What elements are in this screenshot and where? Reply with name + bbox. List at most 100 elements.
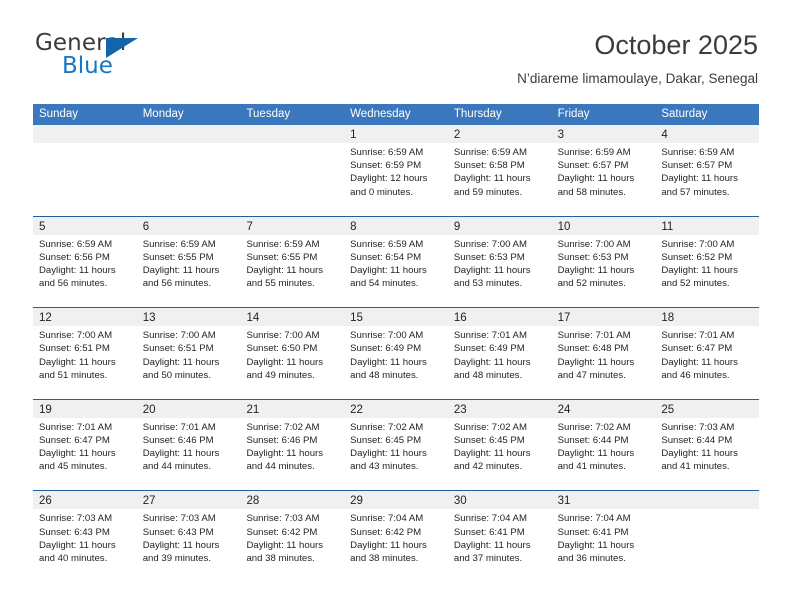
sunrise-text: Sunrise: 6:59 AM — [39, 238, 113, 250]
weekday-header-monday: Monday — [142, 108, 184, 120]
sunset-text: Sunset: 6:50 PM — [246, 343, 318, 355]
day-number-band: 10 — [551, 216, 656, 235]
calendar-day-cell[interactable]: 8 Sunrise: 6:59 AM Sunset: 6:54 PM Daylight… — [344, 216, 448, 308]
calendar-day-cell[interactable]: 17 Sunrise: 7:01 AM Sunset: 6:48 PM Dayligh… — [551, 308, 656, 399]
day-number-band: 9 — [447, 216, 552, 235]
daylight-text: Daylight: 11 hours and 36 minutes. — [557, 539, 635, 564]
day-details: Sunrise: 7:04 AM Sunset: 6:42 PM Daylight:… — [344, 509, 448, 565]
day-details — [655, 509, 759, 512]
weekday-header-row: Sunday Monday Tuesday Wednesday Thursday… — [33, 104, 759, 125]
day-details — [33, 143, 137, 146]
day-details: Sunrise: 6:59 AM Sunset: 6:57 PM Daylight:… — [552, 143, 656, 199]
day-details: Sunrise: 7:03 AM Sunset: 6:43 PM Daylight:… — [33, 509, 137, 565]
sunset-text: Sunset: 6:47 PM — [39, 434, 110, 446]
daylight-text: Daylight: 11 hours and 52 minutes. — [661, 265, 738, 290]
sunrise-text: Sunrise: 6:59 AM — [453, 147, 527, 158]
day-details: Sunrise: 7:01 AM Sunset: 6:49 PM Daylight:… — [448, 326, 552, 382]
daylight-text: Daylight: 11 hours and 56 minutes. — [142, 265, 220, 290]
day-number-band: 26 — [33, 491, 137, 510]
calendar-day-cell[interactable]: 29 Sunrise: 7:04 AM Sunset: 6:42 PM Dayligh… — [344, 491, 448, 582]
daylight-text: Daylight: 11 hours and 53 minutes. — [453, 265, 531, 290]
calendar-day-cell[interactable]: 24 Sunrise: 7:02 AM Sunset: 6:44 PM Dayligh… — [551, 399, 656, 491]
calendar-day-cell[interactable]: 14 Sunrise: 7:00 AM Sunset: 6:50 PM Dayligh… — [240, 308, 345, 399]
calendar-weeks: 1 Sunrise: 6:59 AM Sunset: 6:59 PM Daylight… — [33, 125, 760, 582]
day-number-band: 5 — [33, 216, 137, 235]
day-number-band: 18 — [655, 308, 760, 327]
sunrise-text: Sunrise: 6:59 AM — [661, 147, 735, 158]
daylight-text: Daylight: 11 hours and 43 minutes. — [350, 448, 427, 473]
day-number-band: 12 — [33, 308, 137, 327]
day-details: Sunrise: 7:01 AM Sunset: 6:48 PM Daylight:… — [552, 326, 656, 382]
calendar-day-cell[interactable]: 10 Sunrise: 7:00 AM Sunset: 6:53 PM Dayligh… — [551, 216, 656, 308]
day-number: 26 — [39, 495, 52, 508]
day-details: Sunrise: 6:59 AM Sunset: 6:56 PM Daylight:… — [33, 235, 137, 291]
calendar-day-cell[interactable]: 2 Sunrise: 6:59 AM Sunset: 6:58 PM Daylight… — [447, 125, 552, 216]
calendar-day-cell[interactable]: 15 Sunrise: 7:00 AM Sunset: 6:49 PM Dayligh… — [344, 308, 448, 399]
general-blue-logo[interactable]: General Blue — [33, 28, 263, 86]
day-details: Sunrise: 7:04 AM Sunset: 6:41 PM Daylight:… — [552, 509, 656, 565]
day-details: Sunrise: 7:03 AM Sunset: 6:44 PM Daylight:… — [655, 418, 759, 474]
calendar-week-row: 1 Sunrise: 6:59 AM Sunset: 6:59 PM Daylight… — [33, 125, 760, 216]
calendar-day-cell[interactable]: 9 Sunrise: 7:00 AM Sunset: 6:53 PM Daylight… — [447, 216, 552, 308]
calendar-day-cell[interactable]: 11 Sunrise: 7:00 AM Sunset: 6:52 PM Dayligh… — [655, 216, 760, 308]
daylight-text: Daylight: 11 hours and 57 minutes. — [661, 173, 738, 198]
calendar-day-cell[interactable]: 19 Sunrise: 7:01 AM Sunset: 6:47 PM Dayligh… — [33, 399, 137, 491]
day-details: Sunrise: 7:03 AM Sunset: 6:43 PM Daylight:… — [137, 509, 241, 565]
day-number-band: 2 — [447, 125, 552, 143]
day-details: Sunrise: 7:00 AM Sunset: 6:52 PM Daylight:… — [655, 235, 759, 291]
calendar-day-cell[interactable]: 26 Sunrise: 7:03 AM Sunset: 6:43 PM Dayligh… — [33, 491, 137, 582]
calendar-day-cell[interactable]: 18 Sunrise: 7:01 AM Sunset: 6:47 PM Dayligh… — [655, 308, 760, 399]
calendar-day-cell[interactable]: 30 Sunrise: 7:04 AM Sunset: 6:41 PM Dayligh… — [447, 491, 552, 582]
daylight-text: Daylight: 11 hours and 39 minutes. — [142, 539, 220, 564]
calendar-day-cell[interactable]: 27 Sunrise: 7:03 AM Sunset: 6:43 PM Dayligh… — [136, 491, 241, 582]
day-number: 15 — [350, 312, 363, 325]
calendar-day-cell[interactable]: 5 Sunrise: 6:59 AM Sunset: 6:56 PM Daylight… — [33, 216, 137, 308]
calendar-week-row: 5 Sunrise: 6:59 AM Sunset: 6:56 PM Daylight… — [33, 215, 760, 308]
calendar-day-cell[interactable]: 6 Sunrise: 6:59 AM Sunset: 6:55 PM Daylight… — [136, 216, 241, 308]
sunrise-text: Sunrise: 6:59 AM — [142, 238, 216, 250]
calendar-day-cell[interactable]: 25 Sunrise: 7:03 AM Sunset: 6:44 PM Dayligh… — [655, 399, 760, 491]
day-number: 14 — [246, 312, 260, 325]
day-number: 16 — [453, 312, 467, 325]
daylight-text: Daylight: 11 hours and 56 minutes. — [39, 265, 116, 290]
daylight-text: Daylight: 11 hours and 55 minutes. — [246, 265, 324, 290]
sunset-text: Sunset: 6:57 PM — [661, 160, 733, 172]
day-number: 27 — [142, 495, 156, 508]
calendar-day-cell[interactable]: 22 Sunrise: 7:02 AM Sunset: 6:45 PM Dayligh… — [344, 399, 448, 491]
calendar-day-cell[interactable]: 3 Sunrise: 6:59 AM Sunset: 6:57 PM Daylight… — [551, 125, 656, 216]
calendar-day-cell[interactable]: 23 Sunrise: 7:02 AM Sunset: 6:45 PM Dayligh… — [447, 399, 552, 491]
calendar-day-cell[interactable]: 28 Sunrise: 7:03 AM Sunset: 6:42 PM Dayligh… — [240, 491, 345, 582]
day-number-band — [33, 125, 137, 143]
sunrise-text: Sunrise: 7:03 AM — [246, 513, 320, 525]
sunset-text: Sunset: 6:41 PM — [453, 526, 525, 538]
sunrise-text: Sunrise: 7:03 AM — [661, 421, 735, 433]
calendar-day-cell-empty — [240, 125, 345, 216]
day-number: 29 — [350, 495, 363, 508]
day-details: Sunrise: 7:00 AM Sunset: 6:50 PM Daylight:… — [240, 326, 344, 382]
day-details: Sunrise: 7:00 AM Sunset: 6:53 PM Daylight:… — [448, 235, 552, 291]
sunrise-text: Sunrise: 7:00 AM — [661, 238, 735, 250]
day-number-band: 8 — [344, 216, 448, 235]
calendar-day-cell[interactable]: 21 Sunrise: 7:02 AM Sunset: 6:46 PM Dayligh… — [240, 399, 345, 491]
calendar-day-cell[interactable]: 12 Sunrise: 7:00 AM Sunset: 6:51 PM Dayligh… — [33, 308, 137, 399]
calendar-day-cell[interactable]: 31 Sunrise: 7:04 AM Sunset: 6:41 PM Dayligh… — [551, 491, 656, 582]
daylight-text: Daylight: 11 hours and 49 minutes. — [246, 356, 324, 381]
calendar-day-cell[interactable]: 1 Sunrise: 6:59 AM Sunset: 6:59 PM Daylight… — [344, 125, 448, 216]
day-number-band: 23 — [447, 399, 552, 418]
page-title: October 2025 — [594, 30, 758, 60]
calendar-day-cell[interactable]: 4 Sunrise: 6:59 AM Sunset: 6:57 PM Daylight… — [655, 125, 760, 216]
sunset-text: Sunset: 6:41 PM — [557, 526, 629, 538]
daylight-text: Daylight: 11 hours and 48 minutes. — [350, 356, 427, 381]
day-number: 13 — [142, 312, 156, 325]
calendar-day-cell[interactable]: 13 Sunrise: 7:00 AM Sunset: 6:51 PM Dayligh… — [136, 308, 241, 399]
calendar-week-row: 19 Sunrise: 7:01 AM Sunset: 6:47 PM Dayligh… — [33, 398, 760, 491]
daylight-text: Daylight: 11 hours and 38 minutes. — [246, 539, 324, 564]
day-number: 5 — [39, 220, 46, 233]
sunset-text: Sunset: 6:42 PM — [350, 526, 422, 538]
calendar-day-cell[interactable]: 20 Sunrise: 7:01 AM Sunset: 6:46 PM Dayligh… — [136, 399, 241, 491]
daylight-text: Daylight: 11 hours and 44 minutes. — [142, 448, 220, 473]
calendar-day-cell[interactable]: 16 Sunrise: 7:01 AM Sunset: 6:49 PM Dayligh… — [447, 308, 552, 399]
day-details: Sunrise: 7:04 AM Sunset: 6:41 PM Daylight:… — [448, 509, 552, 565]
day-number-band: 16 — [447, 308, 552, 327]
calendar-day-cell[interactable]: 7 Sunrise: 6:59 AM Sunset: 6:55 PM Daylight… — [240, 216, 345, 308]
